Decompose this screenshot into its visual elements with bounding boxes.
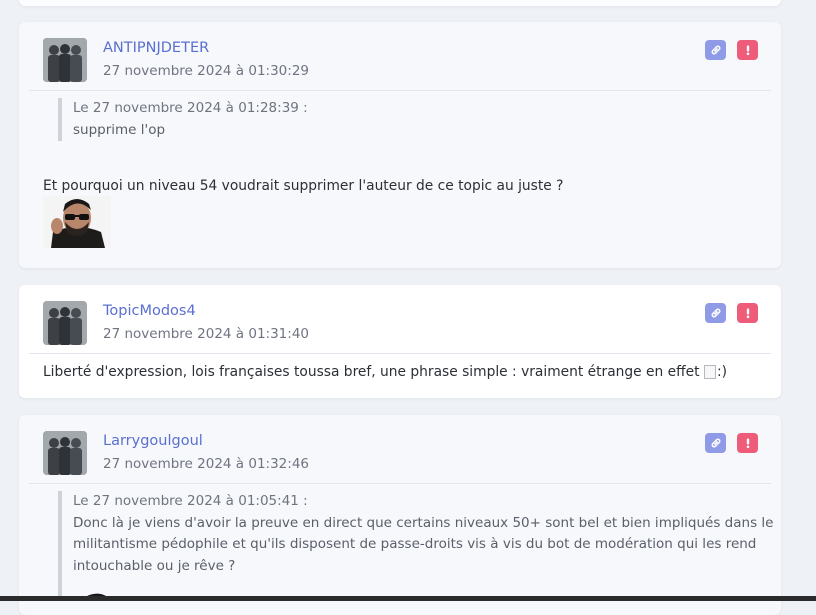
exclamation-icon bbox=[742, 304, 754, 323]
permalink-button[interactable] bbox=[705, 433, 726, 453]
quote-line: militantisme pédophile et qu'ils dispose… bbox=[73, 536, 757, 552]
avatar[interactable] bbox=[43, 431, 87, 475]
post-text: Et pourquoi un niveau 54 voudrait suppri… bbox=[43, 178, 564, 194]
post-card: TopicModos4 27 novembre 2024 à 01:31:40 … bbox=[19, 285, 781, 398]
smiley-alt-text: :) bbox=[716, 364, 727, 380]
link-icon bbox=[710, 41, 722, 60]
avatar[interactable] bbox=[43, 301, 87, 345]
window-bottom-edge bbox=[0, 596, 816, 601]
exclamation-icon bbox=[742, 434, 754, 453]
quote-block: Le 27 novembre 2024 à 01:05:41 : Donc là… bbox=[58, 491, 773, 601]
quote-block: Le 27 novembre 2024 à 01:28:39 : supprim… bbox=[58, 98, 308, 141]
man-with-sunglasses-sticker[interactable] bbox=[43, 196, 111, 248]
quote-header: Le 27 novembre 2024 à 01:05:41 : bbox=[73, 493, 308, 509]
previous-post-card bbox=[19, 0, 781, 6]
post-divider bbox=[29, 483, 771, 484]
post-author[interactable]: Larrygoulgoul bbox=[103, 433, 203, 449]
post-date[interactable]: 27 novembre 2024 à 01:31:40 bbox=[103, 326, 309, 342]
quote-header: Le 27 novembre 2024 à 01:28:39 : bbox=[73, 100, 308, 116]
report-button[interactable] bbox=[737, 433, 758, 453]
permalink-button[interactable] bbox=[705, 303, 726, 323]
quote-body: supprime l'op bbox=[73, 121, 166, 138]
link-icon bbox=[710, 434, 722, 453]
exclamation-icon bbox=[742, 41, 754, 60]
post-card: Larrygoulgoul 27 novembre 2024 à 01:32:4… bbox=[19, 415, 781, 615]
post-author[interactable]: ANTIPNJDETER bbox=[103, 40, 209, 56]
permalink-button[interactable] bbox=[705, 40, 726, 60]
post-date[interactable]: 27 novembre 2024 à 01:30:29 bbox=[103, 63, 309, 79]
post-author[interactable]: TopicModos4 bbox=[103, 303, 196, 319]
post-date[interactable]: 27 novembre 2024 à 01:32:46 bbox=[103, 456, 309, 472]
quote-line: intouchable ou je rêve ? bbox=[73, 557, 236, 574]
post-text-line: Liberté d'expression, lois françaises to… bbox=[43, 364, 727, 380]
avatar[interactable] bbox=[43, 38, 87, 82]
quote-line: Donc là je viens d'avoir la preuve en di… bbox=[73, 514, 774, 531]
report-button[interactable] bbox=[737, 303, 758, 323]
post-divider bbox=[29, 90, 771, 91]
link-icon bbox=[710, 304, 722, 323]
smiley-image: :) bbox=[703, 364, 727, 380]
report-button[interactable] bbox=[737, 40, 758, 60]
post-divider bbox=[29, 353, 771, 354]
post-text: Liberté d'expression, lois françaises to… bbox=[43, 364, 700, 380]
post-card: ANTIPNJDETER 27 novembre 2024 à 01:30:29… bbox=[19, 22, 781, 268]
